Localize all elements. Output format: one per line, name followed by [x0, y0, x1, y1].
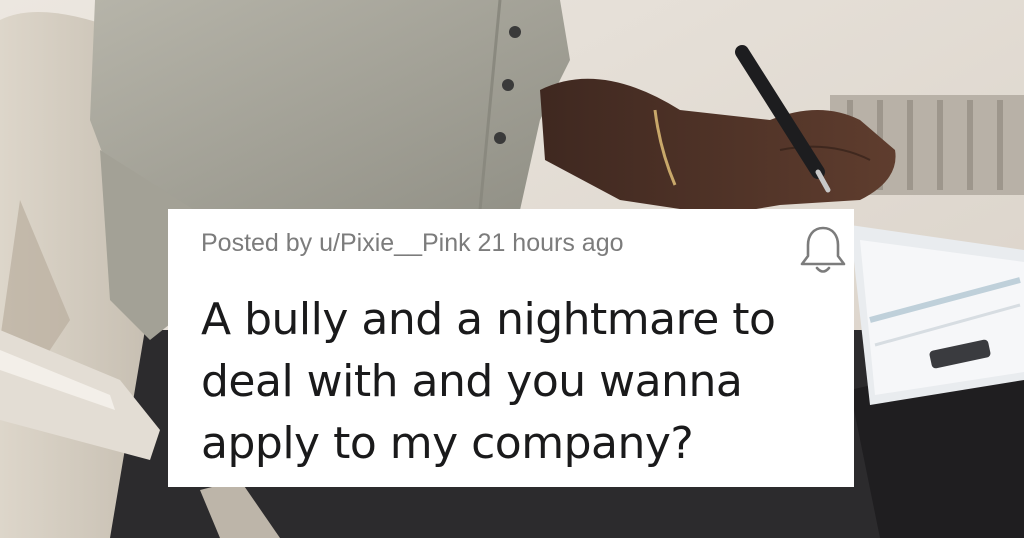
bell-icon[interactable]: [798, 225, 848, 277]
post-screenshot: Posted by u/Pixie__Pink 21 hours ago A b…: [0, 0, 1024, 538]
post-meta: Posted by u/Pixie__Pink 21 hours ago: [201, 229, 624, 257]
post-card[interactable]: Posted by u/Pixie__Pink 21 hours ago A b…: [168, 209, 854, 487]
post-title[interactable]: A bully and a nightmare to deal with and…: [201, 289, 831, 475]
